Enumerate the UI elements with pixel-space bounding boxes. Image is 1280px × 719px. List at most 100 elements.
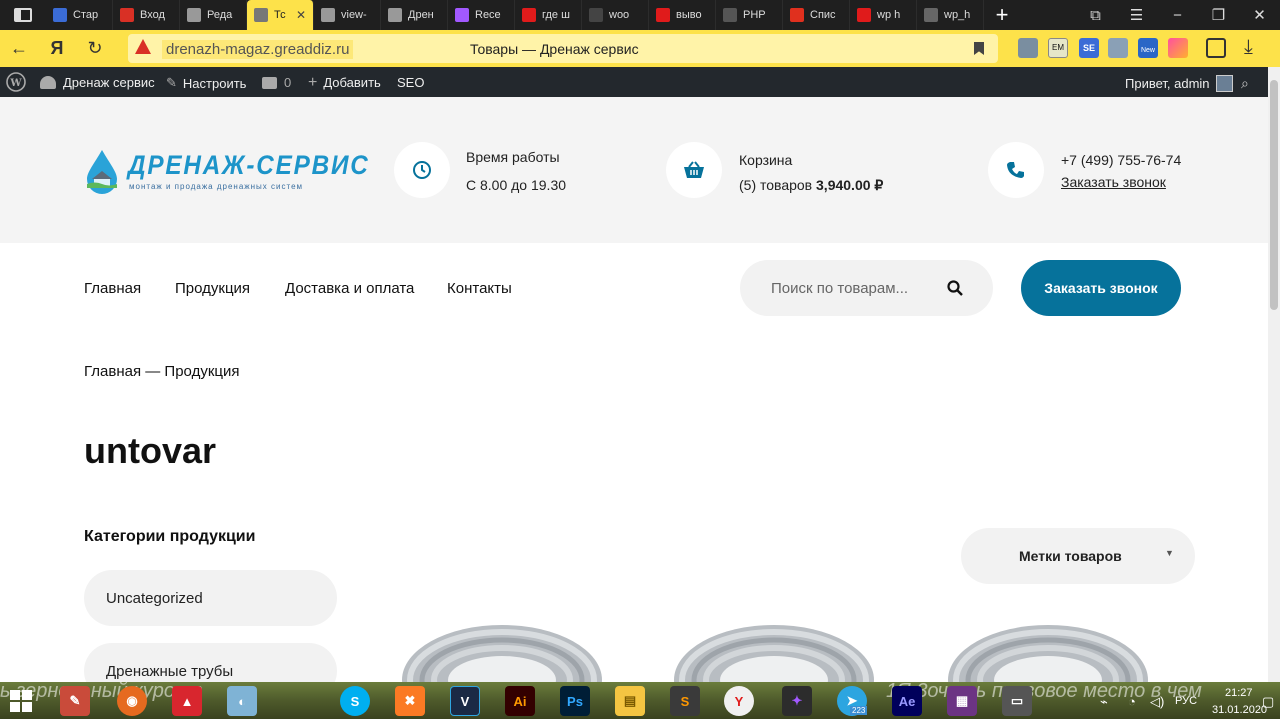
browser-tab-label: view- (341, 9, 367, 21)
firefox-icon[interactable]: ◉ (117, 686, 147, 716)
phone-number[interactable]: +7 (499) 755-76-74 (1061, 152, 1181, 168)
close-tab-icon[interactable]: ✕ (296, 8, 306, 22)
translate-icon[interactable] (1206, 38, 1226, 58)
extension-em-icon[interactable]: EM (1048, 38, 1068, 58)
browser-tab[interactable]: Тс ✕ (247, 0, 314, 30)
browser-tab[interactable]: Реда (180, 0, 247, 30)
minimize-button[interactable]: − (1157, 7, 1198, 24)
coiled-pipe-image (948, 625, 1148, 685)
tray-date[interactable]: 31.01.2020 (1212, 704, 1267, 716)
wp-site-link[interactable]: Дренаж сервис (40, 75, 155, 90)
photoshop-icon[interactable]: Ps (560, 686, 590, 716)
warning-icon[interactable] (135, 39, 151, 54)
restore-button[interactable]: ❐ (1198, 6, 1239, 24)
cart-summary[interactable]: (5) товаров 3,940.00 ₽ (739, 177, 883, 194)
back-button[interactable]: ← (0, 38, 38, 59)
menu-icon[interactable]: ☰ (1116, 6, 1157, 24)
vectr-icon[interactable]: V (450, 686, 480, 716)
product-image[interactable] (392, 600, 612, 685)
wp-add-new-link[interactable]: + Добавить (308, 75, 381, 91)
illustrator-icon[interactable]: Ai (505, 686, 535, 716)
tray-wifi-icon[interactable]: ◔ (1128, 694, 1136, 709)
avatar (1215, 75, 1233, 92)
product-image[interactable] (664, 600, 884, 685)
browser-tab[interactable]: view- (314, 0, 381, 30)
extension-new-icon[interactable]: New (1138, 38, 1158, 58)
yandex-home-icon[interactable]: Я (38, 38, 76, 59)
skype-icon[interactable]: S (340, 686, 370, 716)
tray-lang[interactable]: РУС (1175, 695, 1197, 707)
wp-customize-link[interactable]: ✎ Настроить (166, 75, 246, 91)
wp-search-icon[interactable]: ⌕ (1241, 75, 1249, 92)
start-button[interactable] (10, 690, 32, 712)
menu-item-contacts[interactable]: Контакты (447, 280, 512, 297)
breadcrumb[interactable]: Главная — Продукция (84, 363, 239, 380)
extension-se-icon[interactable]: SE (1079, 38, 1099, 58)
browser-tab-label: woo (609, 9, 630, 21)
menu-item-products[interactable]: Продукция (175, 280, 250, 297)
app-icon[interactable]: ▲ (172, 686, 202, 716)
browser-tab[interactable]: wp_h (917, 0, 984, 30)
category-uncategorized[interactable]: Uncategorized (84, 570, 337, 626)
sublime-icon[interactable]: S (670, 686, 700, 716)
url-text[interactable]: drenazh-magaz.greaddiz.ru (162, 40, 354, 59)
wp-logo-icon[interactable]: W (6, 72, 26, 92)
wp-account-link[interactable]: Привет, admin (1125, 75, 1233, 92)
palette-icon[interactable]: ◐ (227, 686, 257, 716)
menu-item-delivery[interactable]: Доставка и оплата (285, 280, 414, 297)
order-call-button[interactable]: Заказать звонок (1021, 260, 1181, 316)
browser-tab[interactable]: wp h (850, 0, 917, 30)
notifications-icon[interactable]: ▢ (1262, 694, 1274, 710)
phone-icon-circle[interactable] (988, 142, 1044, 198)
phone-icon (1007, 162, 1024, 178)
browser-tab[interactable]: Вход (113, 0, 180, 30)
search-input[interactable]: Поиск по товарам... (771, 280, 908, 297)
browser-tab[interactable]: Rece (448, 0, 515, 30)
wp-comments-link[interactable]: 0 (262, 75, 291, 90)
browser-tab[interactable]: Стар (46, 0, 113, 30)
browser-tab-label: Вход (140, 9, 165, 21)
browser-tab-label: Тс (274, 9, 286, 21)
logo-subtitle: монтаж и продажа дренажных систем (129, 182, 304, 191)
downloads-icon[interactable]: ⤓ (1244, 36, 1253, 59)
browser-tab[interactable]: PHP (716, 0, 783, 30)
tab-manager-icon[interactable] (0, 0, 46, 30)
cart-total: 3,940.00 ₽ (816, 177, 884, 193)
cart-icon-circle[interactable] (666, 142, 722, 198)
browser-tab[interactable]: Спис (783, 0, 850, 30)
browser-tab-label: Спис (810, 9, 836, 21)
extension-screen-icon[interactable] (1108, 38, 1128, 58)
new-tab-button[interactable]: + (984, 2, 1020, 28)
browser-tab[interactable]: выво (649, 0, 716, 30)
scrollbar-thumb[interactable] (1270, 80, 1278, 310)
browser-tab[interactable]: Дрен (381, 0, 448, 30)
reload-button[interactable]: ↻ (76, 38, 114, 59)
wp-seo-link[interactable]: SEO (397, 75, 424, 90)
close-window-button[interactable]: ✕ (1239, 6, 1280, 24)
callback-link[interactable]: Заказать звонок (1061, 174, 1166, 190)
xampp-icon[interactable]: ✖ (395, 686, 425, 716)
browser-tab[interactable]: где ш (515, 0, 582, 30)
tags-select[interactable]: Метки товаров ▼ (961, 528, 1195, 584)
browser-tab[interactable]: woo (582, 0, 649, 30)
extension-monitor-icon[interactable] (1018, 38, 1038, 58)
site-logo[interactable]: ДРЕНАЖ-СЕРВИС монтаж и продажа дренажных… (84, 148, 368, 196)
file-explorer-icon[interactable]: ▤ (615, 686, 645, 716)
after-effects-icon[interactable]: Ae (892, 686, 922, 716)
tray-time[interactable]: 21:27 (1225, 687, 1253, 699)
tray-network-icon[interactable]: ⌁ (1100, 694, 1108, 710)
yandex-icon (857, 8, 871, 22)
window-tabs-icon[interactable]: ⧉ (1075, 7, 1116, 24)
winrar-icon[interactable]: ▦ (947, 686, 977, 716)
hours-value: С 8.00 до 19.30 (466, 177, 567, 193)
yandex-browser-icon[interactable]: Y (724, 686, 754, 716)
search-icon[interactable] (947, 280, 963, 296)
extension-gradient-icon[interactable] (1168, 38, 1188, 58)
product-image[interactable] (938, 600, 1158, 685)
app-window-icon[interactable]: ▭ (1002, 686, 1032, 716)
tray-volume-icon[interactable]: ◁) (1150, 694, 1164, 710)
menu-item-home[interactable]: Главная (84, 280, 141, 297)
paint-app-icon[interactable]: ✎ (60, 686, 90, 716)
figma-icon (455, 8, 469, 22)
figma-icon[interactable]: ✦ (782, 686, 812, 716)
